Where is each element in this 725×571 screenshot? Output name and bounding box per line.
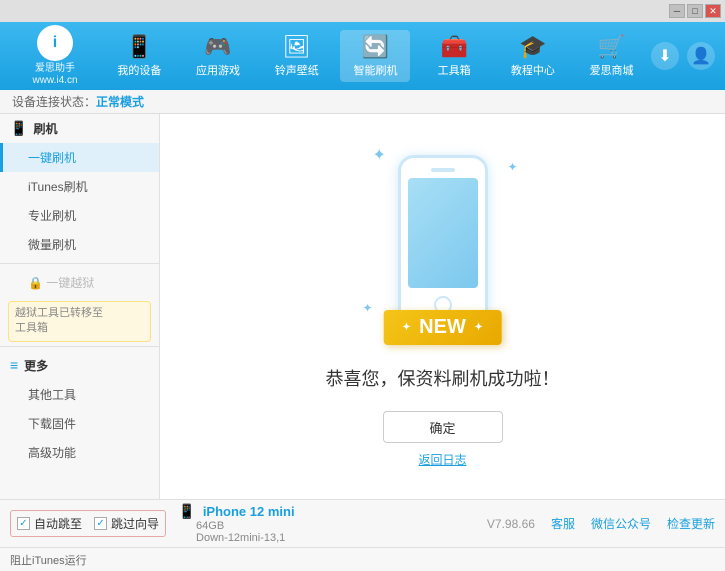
nav-toolbox[interactable]: 🧰 工具箱 <box>419 30 489 82</box>
divider-2 <box>0 346 159 347</box>
nav-apps[interactable]: 🎮 应用游戏 <box>183 30 253 82</box>
wechat-link[interactable]: 微信公众号 <box>591 515 651 532</box>
flash-section-label: 刷机 <box>33 120 57 137</box>
return-link[interactable]: 返回日志 <box>418 451 466 468</box>
logo-icon: i <box>37 25 73 61</box>
wallpaper-icon: 🖼 <box>283 34 311 60</box>
success-message: 恭喜您，保资料刷机成功啦！ <box>326 365 560 391</box>
status-bar: 设备连接状态： 正常模式 <box>0 90 725 114</box>
user-button[interactable]: 👤 <box>687 42 715 70</box>
version-label: V7.98.66 <box>487 517 535 531</box>
auto-jump-label: 自动跳至 <box>34 515 82 532</box>
sidebar: 📱 刷机 一键刷机 iTunes刷机 专业刷机 微量刷机 🔒 一键越狱 越狱工具… <box>0 114 160 499</box>
more-section-label: 更多 <box>24 357 48 374</box>
store-icon: 🛒 <box>598 34 625 60</box>
flash-section-icon: 📱 <box>10 120 27 137</box>
stop-itunes-bar: 阻止iTunes运行 <box>0 547 725 571</box>
sidebar-item-advanced[interactable]: 高级功能 <box>0 438 159 467</box>
main-area: 📱 刷机 一键刷机 iTunes刷机 专业刷机 微量刷机 🔒 一键越狱 越狱工具… <box>0 114 725 499</box>
logo-text: 爱思助手 www.i4.cn <box>32 63 77 87</box>
content-area: ✦ ✦ ✦ NEW 恭喜您，保资料刷机成功啦！ 确定 返回日志 <box>160 114 725 499</box>
phone-screen <box>408 178 478 288</box>
jailbreak-warning: 越狱工具已转移至工具箱 <box>8 301 151 342</box>
sidebar-item-other-tools[interactable]: 其他工具 <box>0 380 159 409</box>
sidebar-jailbreak-disabled: 🔒 一键越狱 <box>0 268 159 297</box>
new-badge: NEW <box>383 310 502 345</box>
confirm-button[interactable]: 确定 <box>383 411 503 443</box>
status-label: 设备连接状态： <box>12 93 96 110</box>
nav-store[interactable]: 🛒 爱思商城 <box>577 30 647 82</box>
nav-wallpaper[interactable]: 🖼 铃声壁纸 <box>262 30 332 82</box>
skip-wizard-label: 跳过向导 <box>111 515 159 532</box>
nav-smart-flash[interactable]: 🔄 智能刷机 <box>340 30 410 82</box>
phone-illustration: ✦ ✦ ✦ NEW <box>353 145 533 345</box>
nav-apps-label: 应用游戏 <box>196 62 240 78</box>
smart-flash-icon: 🔄 <box>362 34 389 60</box>
title-bar: ─ □ ✕ <box>0 0 725 22</box>
toolbox-icon: 🧰 <box>440 34 467 60</box>
device-model: Down-12mini-13,1 <box>196 532 295 544</box>
bottom-bar: 自动跳至 跳过向导 📱 iPhone 12 mini 64GB Down-12m… <box>0 499 725 547</box>
sidebar-item-save-data[interactable]: 微量刷机 <box>0 230 159 259</box>
sidebar-item-download-firmware[interactable]: 下载固件 <box>0 409 159 438</box>
device-info: 📱 iPhone 12 mini 64GB Down-12mini-13,1 <box>178 503 295 544</box>
close-button[interactable]: ✕ <box>705 4 721 18</box>
sidebar-item-itunes[interactable]: iTunes刷机 <box>0 172 159 201</box>
nav-tutorials[interactable]: 🎓 教程中心 <box>498 30 568 82</box>
auto-jump-checkbox[interactable] <box>17 517 30 530</box>
apps-icon: 🎮 <box>204 34 231 60</box>
phone-speaker <box>431 168 455 172</box>
sparkle-1: ✦ <box>373 145 386 165</box>
sidebar-item-one-click[interactable]: 一键刷机 <box>0 143 159 172</box>
sidebar-flash-section[interactable]: 📱 刷机 <box>0 114 159 143</box>
nav-smart-flash-label: 智能刷机 <box>353 62 397 78</box>
minimize-button[interactable]: ─ <box>669 4 685 18</box>
device-icon: 📱 <box>126 34 153 60</box>
skip-wizard-checkbox[interactable] <box>94 517 107 530</box>
divider-1 <box>0 263 159 264</box>
status-value: 正常模式 <box>96 93 144 110</box>
device-storage: 64GB <box>196 520 295 532</box>
sidebar-item-professional[interactable]: 专业刷机 <box>0 201 159 230</box>
logo-area: i 爱思助手 www.i4.cn <box>10 25 100 87</box>
nav-my-device[interactable]: 📱 我的设备 <box>104 30 174 82</box>
device-name: iPhone 12 mini <box>203 504 295 519</box>
device-phone-icon: 📱 <box>178 503 195 519</box>
tutorials-icon: 🎓 <box>519 34 546 60</box>
stop-itunes-button[interactable]: 阻止iTunes运行 <box>10 552 87 568</box>
nav-wallpaper-label: 铃声壁纸 <box>275 62 319 78</box>
nav-right: ⬇ 👤 <box>651 42 715 70</box>
phone-body <box>398 155 488 325</box>
sparkle-3: ✦ <box>363 301 373 315</box>
service-link[interactable]: 客服 <box>551 515 575 532</box>
nav-tutorials-label: 教程中心 <box>511 62 555 78</box>
bottom-right: V7.98.66 客服 微信公众号 检查更新 <box>487 515 715 532</box>
nav-my-device-label: 我的设备 <box>117 62 161 78</box>
nav-store-label: 爱思商城 <box>590 62 634 78</box>
nav-items: 📱 我的设备 🎮 应用游戏 🖼 铃声壁纸 🔄 智能刷机 🧰 工具箱 🎓 教程中心… <box>100 30 651 82</box>
update-link[interactable]: 检查更新 <box>667 515 715 532</box>
top-nav: i 爱思助手 www.i4.cn 📱 我的设备 🎮 应用游戏 🖼 铃声壁纸 🔄 … <box>0 22 725 90</box>
checkbox-area: 自动跳至 跳过向导 <box>10 510 166 537</box>
maximize-button[interactable]: □ <box>687 4 703 18</box>
sparkle-2: ✦ <box>507 160 517 174</box>
nav-toolbox-label: 工具箱 <box>438 62 471 78</box>
more-section-icon: ≡ <box>10 357 18 373</box>
sidebar-more-section[interactable]: ≡ 更多 <box>0 351 159 380</box>
download-button[interactable]: ⬇ <box>651 42 679 70</box>
